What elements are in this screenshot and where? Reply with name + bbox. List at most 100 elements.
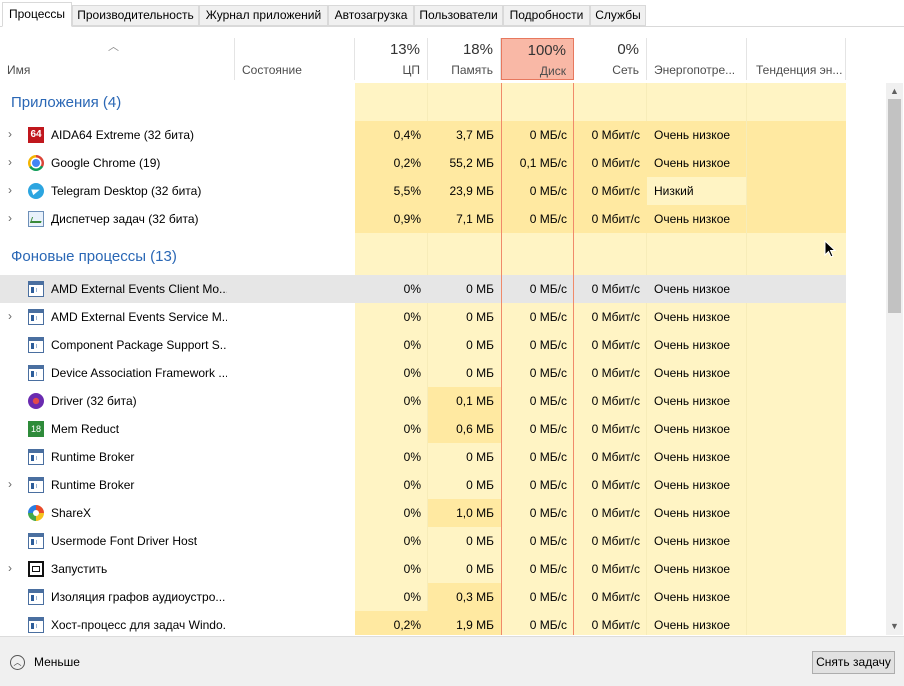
process-row[interactable]: Runtime Broker 0% 0 МБ 0 МБ/с 0 Мбит/с Очень … [0, 443, 846, 471]
expand-chevron-icon[interactable]: › [8, 205, 12, 232]
service-icon [28, 533, 44, 549]
tab-processes[interactable]: Процессы [2, 2, 72, 27]
expand-chevron-icon[interactable]: › [8, 303, 12, 330]
cpu-value: 0% [403, 590, 421, 604]
task-manager-icon [28, 211, 44, 227]
expand-chevron-icon[interactable]: › [8, 149, 12, 176]
power-trend-value [747, 387, 846, 415]
process-row[interactable]: Хост-процесс для задач Windo... 0,2% 1,9 М… [0, 611, 846, 635]
header-memory[interactable]: 18% Память [428, 38, 501, 80]
header-power-usage[interactable]: Энергопотре... [647, 38, 747, 80]
cpu-value: 0% [403, 422, 421, 436]
cpu-value: 0% [403, 506, 421, 520]
power-usage-value: Очень низкое [654, 394, 731, 408]
network-value: 0 Мбит/с [574, 205, 647, 233]
process-row[interactable]: › Google Chrome (19) 0,2% 55,2 МБ 0,1 МБ/с 0 … [0, 149, 846, 177]
power-trend-value [747, 275, 846, 303]
header-name[interactable]: ︿ Имя [0, 38, 235, 80]
process-row[interactable]: › Runtime Broker 0% 0 МБ 0 МБ/с 0 Мбит/с Очень… [0, 471, 846, 499]
power-trend-value [747, 527, 846, 555]
header-status[interactable]: Состояние [235, 38, 355, 80]
memory-value: 7,1 МБ [428, 205, 501, 233]
service-icon [28, 281, 44, 297]
run-icon [28, 561, 44, 577]
header-memory-label: Память [451, 63, 493, 77]
scroll-down-icon[interactable]: ▼ [886, 618, 903, 635]
memory-value: 0,3 МБ [428, 583, 501, 611]
tab-startup[interactable]: Автозагрузка [328, 5, 414, 26]
process-name: Telegram Desktop (32 бита) [51, 184, 202, 198]
expand-chevron-icon[interactable]: › [8, 177, 12, 204]
header-cpu[interactable]: 13% ЦП [355, 38, 428, 80]
telegram-icon [28, 183, 44, 199]
memory-value: 1,0 МБ [428, 499, 501, 527]
process-row[interactable]: Component Package Support S... 0% 0 МБ 0 МБ… [0, 331, 846, 359]
memory-value: 0 МБ [466, 366, 494, 380]
process-row[interactable]: › Telegram Desktop (32 бита) 5,5% 23,9 МБ 0 … [0, 177, 846, 205]
memory-value: 0 МБ [466, 534, 494, 548]
header-power-trend[interactable]: Тенденция эн... [747, 38, 846, 80]
cpu-value: 0% [403, 366, 421, 380]
process-row[interactable]: Изоляция графов аудиоустро... 0% 0,3 МБ 0 М… [0, 583, 846, 611]
process-name: Диспетчер задач (32 бита) [51, 212, 199, 226]
group-background: Фоновые процессы (13) [0, 243, 846, 271]
scroll-up-icon[interactable]: ▲ [886, 83, 903, 100]
header-name-label: Имя [7, 63, 31, 77]
process-name: Runtime Broker [51, 478, 135, 492]
header-disk[interactable]: 100% Диск [501, 38, 574, 80]
cpu-value: 0% [403, 478, 421, 492]
power-trend-value [747, 611, 846, 635]
process-name: AMD External Events Service M... [51, 310, 227, 324]
network-value: 0 Мбит/с [591, 366, 640, 380]
tab-app-history[interactable]: Журнал приложений [199, 5, 328, 26]
power-usage-value: Очень низкое [647, 121, 746, 149]
process-row[interactable]: › Диспетчер задач (32 бита) 0,9% 7,1 МБ 0 МБ… [0, 205, 846, 233]
process-name: Driver (32 бита) [51, 394, 137, 408]
process-name: Device Association Framework ... [51, 366, 227, 380]
tab-performance[interactable]: Производительность [72, 5, 199, 26]
tab-users[interactable]: Пользователи [414, 5, 503, 26]
tab-details[interactable]: Подробности [503, 5, 590, 26]
end-task-button[interactable]: Снять задачу [812, 651, 895, 674]
cpu-value: 0% [355, 275, 428, 303]
process-row[interactable]: AMD External Events Client Mo... 0% 0 МБ 0 … [0, 275, 846, 303]
service-icon [28, 365, 44, 381]
power-trend-value [747, 177, 846, 205]
network-value: 0 Мбит/с [574, 149, 647, 177]
disk-value: 0 МБ/с [529, 366, 567, 380]
tab-services[interactable]: Службы [590, 5, 646, 26]
power-usage-value: Очень низкое [654, 478, 731, 492]
power-usage-value: Очень низкое [654, 310, 731, 324]
header-memory-percent: 18% [462, 41, 493, 58]
process-row[interactable]: 18 Mem Reduct 0% 0,6 МБ 0 МБ/с 0 Мбит/с Очень … [0, 415, 846, 443]
disk-value: 0 МБ/с [501, 177, 574, 205]
disk-value: 0 МБ/с [529, 506, 567, 520]
cpu-value: 5,5% [355, 177, 428, 205]
power-usage-value: Очень низкое [647, 149, 746, 177]
power-usage-value: Очень низкое [654, 506, 731, 520]
header-network[interactable]: 0% Сеть [574, 38, 647, 80]
disk-value: 0 МБ/с [529, 450, 567, 464]
process-name: ShareX [51, 506, 92, 520]
network-value: 0 Мбит/с [591, 590, 640, 604]
network-value: 0 Мбит/с [591, 310, 640, 324]
expand-chevron-icon[interactable]: › [8, 121, 12, 148]
expand-chevron-icon[interactable]: › [8, 471, 12, 498]
process-row[interactable]: › 64 AIDA64 Extreme (32 бита) 0,4% 3,7 МБ 0 М… [0, 121, 846, 149]
process-row[interactable]: Driver (32 бита) 0% 0,1 МБ 0 МБ/с 0 Мбит/с Оч… [0, 387, 846, 415]
disk-value: 0 МБ/с [501, 121, 574, 149]
scrollbar-thumb[interactable] [888, 99, 901, 313]
process-row[interactable]: › AMD External Events Service M... 0% 0 МБ 0… [0, 303, 846, 331]
process-name: Mem Reduct [51, 422, 120, 436]
header-power-label: Энергопотре... [654, 63, 736, 77]
process-row[interactable]: › Запустить 0% 0 МБ 0 МБ/с 0 Мбит/с Очень низк… [0, 555, 846, 583]
disk-value: 0 МБ/с [529, 590, 567, 604]
service-icon [28, 337, 44, 353]
process-row[interactable]: Device Association Framework ... 0% 0 МБ 0 … [0, 359, 846, 387]
process-row[interactable]: ShareX 0% 1,0 МБ 0 МБ/с 0 Мбит/с Очень низкое [0, 499, 846, 527]
process-row[interactable]: Usermode Font Driver Host 0% 0 МБ 0 МБ/с 0 М… [0, 527, 846, 555]
power-trend-value [747, 471, 846, 499]
vertical-scrollbar[interactable]: ▲ ▼ [886, 83, 903, 635]
process-name: Usermode Font Driver Host [51, 534, 198, 548]
expand-chevron-icon[interactable]: › [8, 555, 12, 582]
